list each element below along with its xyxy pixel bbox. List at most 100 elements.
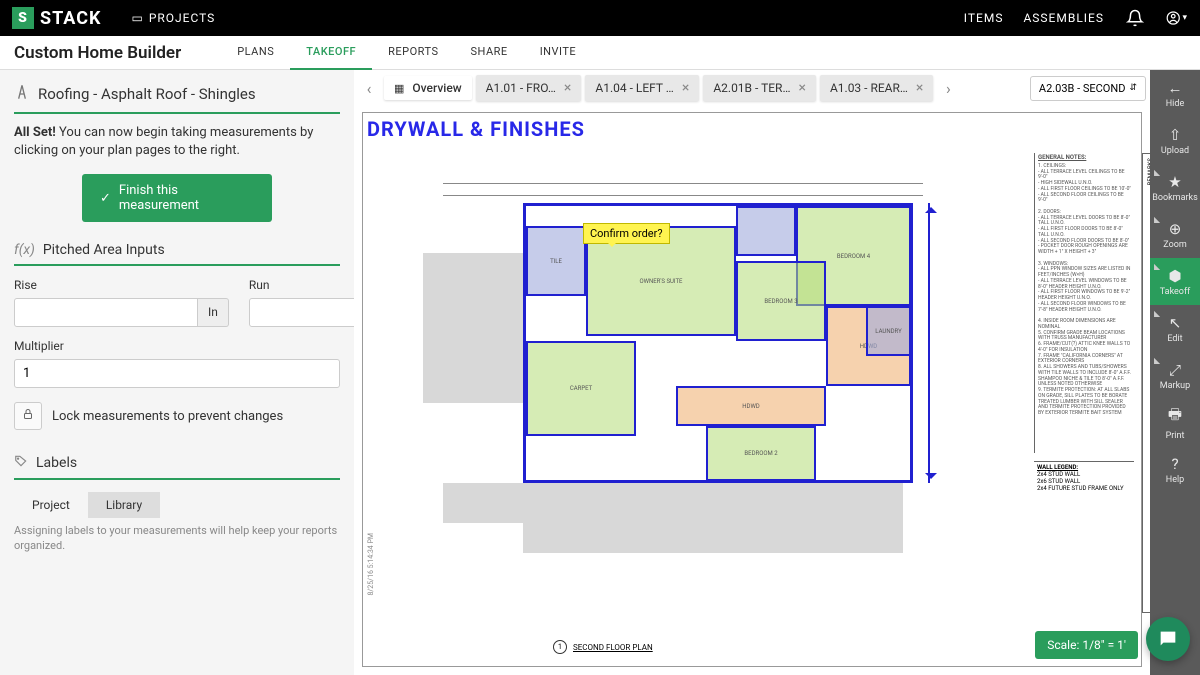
close-icon[interactable]: × [798, 80, 805, 96]
plan-body: 8/25/16 5:14:34 PM OWNER'S SUITE TILE BE… [383, 153, 1026, 616]
user-menu-icon[interactable]: ▾ [1166, 7, 1188, 29]
arrow-left-icon: ← [1168, 79, 1183, 97]
multiplier-label: Multiplier [14, 339, 340, 353]
close-icon[interactable]: × [564, 80, 571, 96]
chat-bubble-button[interactable] [1146, 617, 1190, 661]
rail-hide[interactable]: ← Hide [1150, 70, 1200, 117]
pitched-area-heading: f(x) Pitched Area Inputs [14, 242, 340, 266]
room-bath [736, 206, 796, 256]
title-block: REMARKS PERMIT SET brightwaterhomes OAK … [1142, 153, 1150, 613]
plan-tab-a103[interactable]: A1.03 - REAR… × [820, 75, 933, 101]
rail-zoom[interactable]: ◣⊕Zoom [1150, 211, 1200, 258]
scale-badge[interactable]: Scale: 1/8" = 1' [1035, 631, 1138, 659]
rise-group: Rise In [14, 278, 229, 327]
takeoff-icon: ⬢ [1168, 267, 1181, 285]
rail-edit[interactable]: ◣↖Edit [1150, 305, 1200, 352]
rail-label: Print [1166, 431, 1185, 441]
measurement-heading: Roofing - Asphalt Roof - Shingles [14, 84, 340, 114]
markup-callout[interactable]: Confirm order? [583, 223, 670, 244]
rail-label: Takeoff [1160, 287, 1190, 297]
rail-print[interactable]: 🖶Print [1150, 399, 1200, 446]
triangle-icon: ◣ [1154, 309, 1160, 318]
rail-label: Hide [1166, 99, 1184, 109]
rail-bookmarks[interactable]: ◣★Bookmarks [1150, 164, 1200, 211]
brand-name: STACK [40, 8, 101, 29]
plan-selector-label: A2.03B - SECOND [1039, 82, 1126, 95]
tab-takeoff[interactable]: TAKEOFF [290, 35, 372, 70]
subnav-tabs: PLANS TAKEOFF REPORTS SHARE INVITE [221, 35, 592, 70]
rail-label: Upload [1161, 146, 1189, 156]
room-laundry: LAUNDRY [866, 306, 911, 356]
help-icon: ? [1171, 455, 1178, 473]
rail-label: Bookmarks [1152, 193, 1197, 203]
tab-share[interactable]: SHARE [455, 35, 524, 70]
calendar-icon: ▭ [131, 11, 143, 25]
plan-tab-a101[interactable]: A1.01 - FRO… × [476, 75, 582, 101]
plan-caption: 1 SECOND FLOOR PLAN [553, 640, 653, 654]
rise-input[interactable] [14, 298, 198, 327]
triangle-icon: ◣ [1154, 215, 1160, 224]
expand-icon: ⤢ [1169, 361, 1181, 379]
items-link[interactable]: ITEMS [964, 11, 1004, 25]
plan-selector[interactable]: A2.03B - SECOND ⇵ [1030, 76, 1146, 101]
rail-markup[interactable]: ◣ ⤢ Markup [1150, 352, 1200, 399]
room-carpet: CARPET [526, 341, 636, 436]
canvas-area: ‹ ▦ Overview A1.01 - FRO… × A1.04 - LEFT… [354, 70, 1150, 675]
run-label: Run [249, 278, 354, 292]
lock-icon [22, 408, 34, 420]
caption-number: 1 [553, 640, 567, 654]
plan-tab-prev[interactable]: ‹ [358, 73, 380, 103]
tab-invite[interactable]: INVITE [524, 35, 593, 70]
check-icon: ✓ [100, 191, 111, 206]
plan-sheet: DRYWALL & FINISHES 8/25/16 5:14:34 PM OW… [362, 112, 1142, 667]
labels-title: Labels [36, 455, 77, 471]
rail-label: Markup [1160, 381, 1190, 391]
measurement-sidebar: Roofing - Asphalt Roof - Shingles All Se… [0, 70, 354, 675]
tab-reports[interactable]: REPORTS [372, 35, 454, 70]
tag-icon [14, 454, 28, 472]
triangle-icon: ◣ [1154, 168, 1160, 177]
close-icon[interactable]: × [916, 80, 923, 96]
floorplan-outline: OWNER'S SUITE TILE BEDROOM 4 BEDROOM 3 H… [523, 203, 913, 483]
finish-measurement-button[interactable]: ✓ Finish this measurement [82, 174, 272, 222]
assemblies-link[interactable]: ASSEMBLIES [1023, 11, 1104, 25]
room-bedroom2: BEDROOM 2 [706, 426, 816, 481]
caption-title: SECOND FLOOR PLAN [573, 643, 653, 652]
bell-icon[interactable] [1124, 7, 1146, 29]
lock-button[interactable] [14, 402, 42, 430]
plan-tab-label: A1.01 - FRO… [486, 81, 556, 95]
main-layout: Roofing - Asphalt Roof - Shingles All Se… [0, 70, 1200, 675]
rail-help[interactable]: ?Help [1150, 446, 1200, 493]
plan-canvas[interactable]: ↗ New Tab DRYWALL & FINISHES 8/25/16 5:1… [354, 106, 1150, 675]
rail-takeoff[interactable]: ◣ ⬢ Takeoff [1150, 258, 1200, 305]
rail-upload[interactable]: ⇧Upload [1150, 117, 1200, 164]
plan-tab-a104[interactable]: A1.04 - LEFT … × [585, 75, 699, 101]
triangle-icon: ◣ [1154, 356, 1160, 365]
topbar-right: ITEMS ASSEMBLIES ▾ [964, 7, 1188, 29]
plan-tab-label: A1.04 - LEFT … [595, 81, 673, 95]
rail-label: Zoom [1163, 240, 1186, 250]
projects-label: PROJECTS [149, 11, 216, 25]
run-input[interactable] [249, 298, 354, 327]
notes-body: 1. CEILINGS:- ALL TERRACE LEVEL CEILINGS… [1038, 164, 1131, 417]
measurement-instructions: All Set! You can now begin taking measur… [14, 124, 340, 160]
plan-tab-a201b[interactable]: A2.01B - TER… × [703, 75, 816, 101]
chat-icon [1157, 628, 1179, 650]
allset-text: You can now begin taking measurements by… [14, 125, 313, 158]
brand-logo[interactable]: S STACK [12, 7, 101, 29]
general-notes: GENERAL NOTES: 1. CEILINGS:- ALL TERRACE… [1034, 153, 1134, 453]
projects-link[interactable]: ▭ PROJECTS [131, 11, 215, 25]
label-tab-project[interactable]: Project [14, 492, 88, 518]
label-tab-library[interactable]: Library [88, 492, 160, 518]
rise-label: Rise [14, 278, 229, 292]
dimension-arrow [928, 203, 930, 483]
plan-tab-overview[interactable]: ▦ Overview [384, 76, 472, 100]
tab-plans[interactable]: PLANS [221, 35, 290, 70]
measurement-title: Roofing - Asphalt Roof - Shingles [38, 85, 256, 103]
multiplier-input[interactable] [14, 359, 340, 388]
plan-timestamp: 8/25/16 5:14:34 PM [367, 533, 375, 596]
close-icon[interactable]: × [682, 80, 689, 96]
plan-tab-next[interactable]: › [937, 73, 959, 103]
triangle-icon: ◣ [1154, 262, 1160, 271]
wall-legend-title: WALL LEGEND: [1037, 464, 1131, 471]
